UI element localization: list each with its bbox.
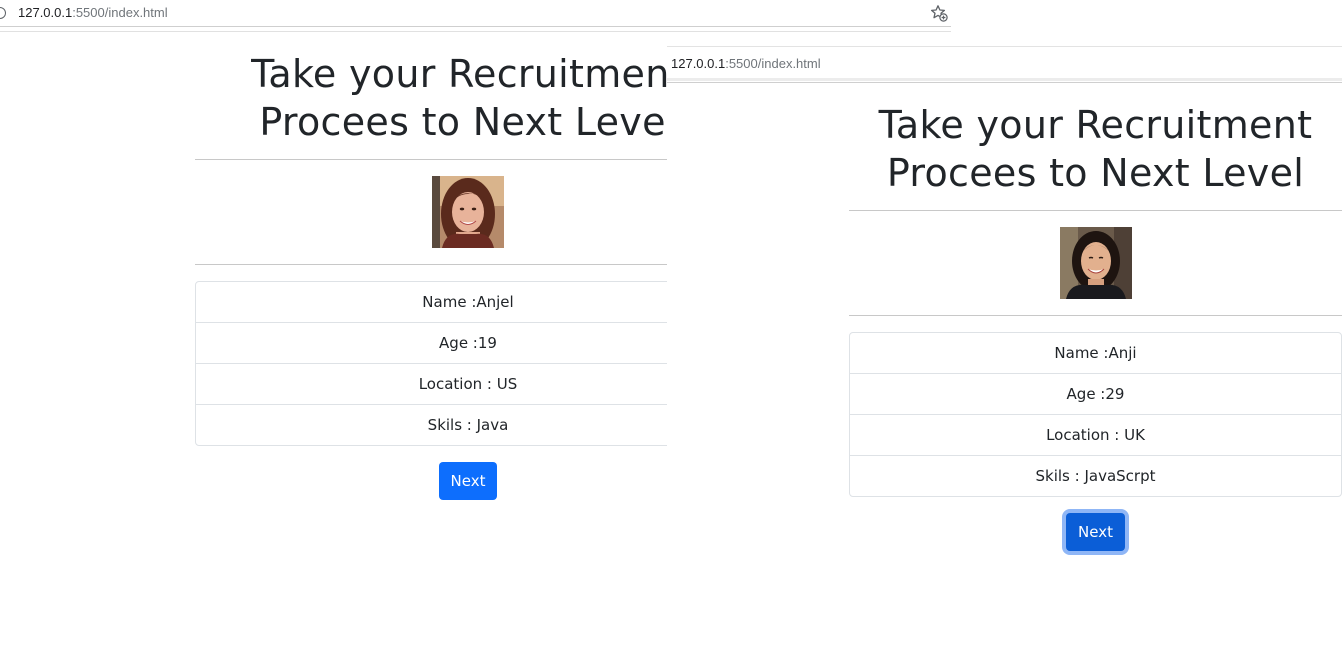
page-title-line-1: Take your Recruitment [251, 52, 685, 96]
candidate-skills: Skils : Java [427, 416, 509, 434]
url-path: :5500/index.html [72, 5, 168, 20]
url-host: 127.0.0.1 [18, 5, 73, 20]
candidate-location: Location : UK [850, 415, 1341, 456]
info-icon[interactable] [0, 7, 6, 19]
address-bar[interactable]: 127.0.0.1:5500/index.html [0, 0, 951, 27]
address-bar[interactable]: 127.0.0.1:5500/index.html [667, 47, 1342, 81]
url-path: :5500/index.html [725, 56, 821, 71]
candidate-avatar [432, 176, 504, 248]
candidate-age: Age :19 [196, 323, 740, 364]
candidate-age: Age :29 [850, 374, 1341, 415]
page-title-line-1: Take your Recruitment [878, 103, 1313, 147]
candidate-details-list: Name :Anjel Age :19 Location : US Skils … [195, 281, 741, 446]
divider [195, 264, 741, 265]
candidate-location: Location : US [196, 364, 740, 405]
page-title-line-2: Procees to Next Level [259, 100, 677, 144]
url-host: 127.0.0.1 [671, 56, 726, 71]
divider [849, 315, 1342, 316]
page-title: Take your Recruitment Procees to Next Le… [849, 101, 1342, 197]
avatar-container [849, 211, 1342, 315]
candidate-name: Name :Anjel [196, 282, 740, 323]
candidate-details-list: Name :Anji Age :29 Location : UK Skils :… [849, 332, 1342, 497]
star-plus-icon[interactable] [930, 4, 948, 22]
toolbar-divider [0, 27, 951, 32]
toolbar-divider [667, 82, 1342, 83]
candidate-card: Take your Recruitment Procees to Next Le… [849, 101, 1342, 551]
candidate-avatar [1059, 227, 1132, 299]
page-title: Take your Recruitment Procees to Next Le… [195, 50, 741, 146]
next-button[interactable]: Next [438, 462, 498, 500]
page-title-line-2: Procees to Next Level [886, 151, 1305, 195]
candidate-card: Take your Recruitment Procees to Next Le… [195, 50, 741, 500]
avatar-container [195, 160, 741, 264]
next-button[interactable]: Next [1066, 513, 1125, 551]
candidate-skills: Skils : JavaScrpt [1035, 467, 1156, 485]
browser-window-2: 127.0.0.1:5500/index.html Take your Recr… [667, 46, 1342, 658]
candidate-name: Name :Anji [850, 333, 1341, 374]
